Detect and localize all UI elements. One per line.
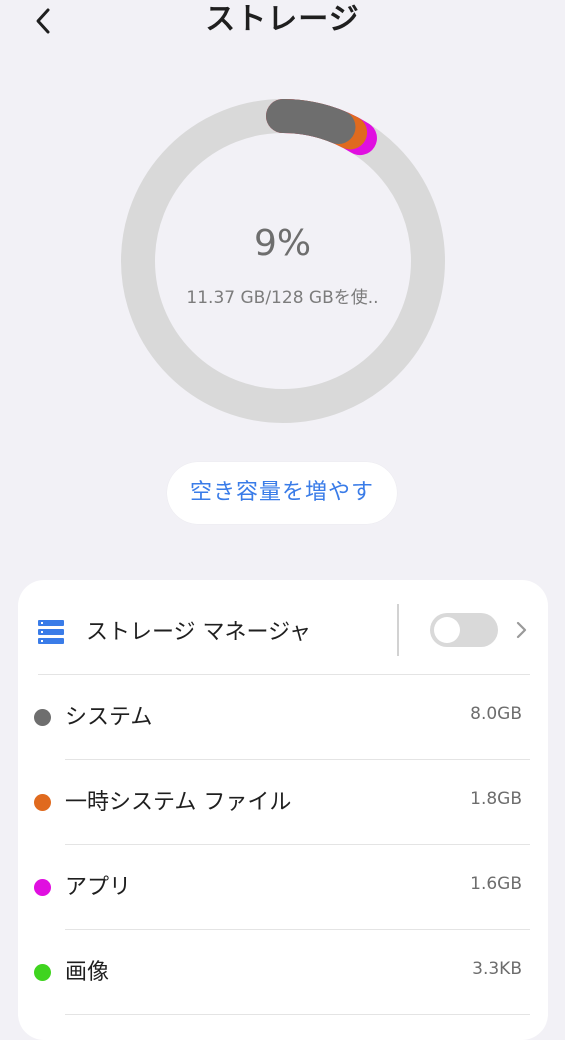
vertical-divider bbox=[397, 604, 399, 656]
item-label: 画像 bbox=[65, 960, 110, 985]
page-title: ストレージ bbox=[205, 2, 360, 37]
item-label: システム bbox=[65, 705, 153, 730]
list-item-system[interactable]: システム 8.0GB bbox=[18, 675, 548, 760]
item-label: 一時システム ファイル bbox=[65, 790, 292, 815]
list-item-images[interactable]: 画像 3.3KB bbox=[18, 930, 548, 1015]
storage-card: ストレージ マネージャ システム 8.0GB 一時システム ファイル 1.8GB… bbox=[18, 580, 548, 1040]
usage-percent: 9% bbox=[253, 223, 312, 264]
item-size: 1.6GB bbox=[470, 874, 522, 894]
storage-manager-label: ストレージ マネージャ bbox=[86, 620, 312, 645]
legend-dot bbox=[34, 794, 51, 811]
legend-dot bbox=[34, 964, 51, 981]
item-size: 3.3KB bbox=[472, 959, 522, 979]
list-item-temp-files[interactable]: 一時システム ファイル 1.8GB bbox=[18, 760, 548, 845]
storage-list-icon bbox=[38, 619, 68, 647]
item-label: アプリ bbox=[65, 875, 132, 900]
header: ストレージ bbox=[0, 0, 565, 44]
item-size: 1.8GB bbox=[470, 789, 522, 809]
legend-dot bbox=[34, 709, 51, 726]
donut-segment bbox=[266, 99, 356, 145]
chevron-right-icon[interactable] bbox=[514, 619, 530, 641]
storage-manager-row[interactable]: ストレージ マネージャ bbox=[18, 602, 548, 672]
free-up-space-button[interactable]: 空き容量を増やす bbox=[167, 462, 397, 524]
divider bbox=[65, 1014, 530, 1015]
item-size: 8.0GB bbox=[470, 704, 522, 724]
legend-dot bbox=[34, 879, 51, 896]
storage-manager-toggle[interactable] bbox=[430, 613, 498, 647]
toggle-knob bbox=[434, 617, 460, 643]
list-item-apps[interactable]: アプリ 1.6GB bbox=[18, 845, 548, 930]
usage-text: 11.37 GB/128 GBを使.. bbox=[186, 288, 379, 308]
